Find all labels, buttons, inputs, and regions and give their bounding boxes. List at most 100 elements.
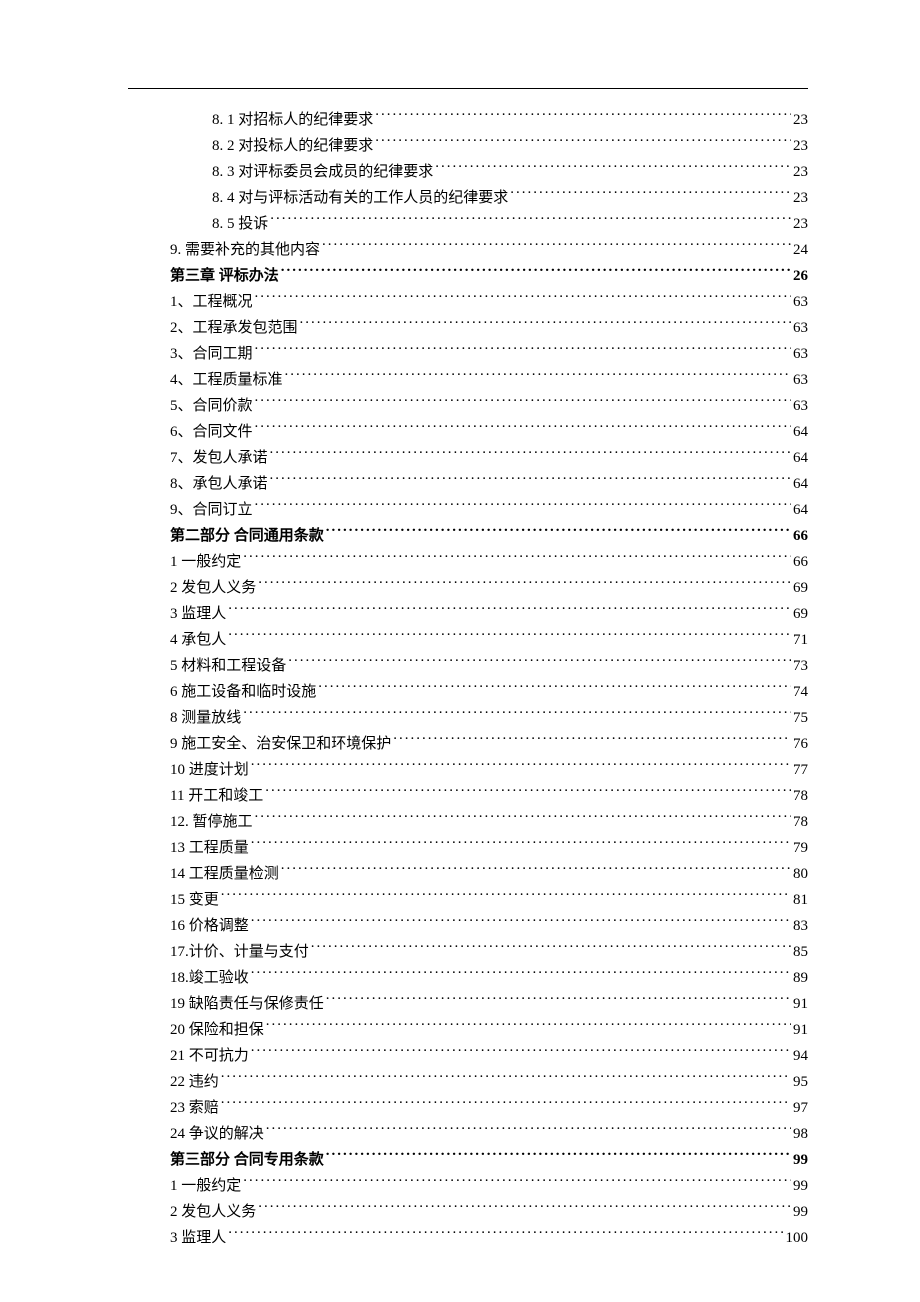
toc-leader-dots [255, 291, 791, 306]
toc-entry-page: 63 [793, 315, 808, 341]
toc-entry-label: 1、工程概况 [170, 289, 253, 315]
toc-leader-dots [251, 759, 791, 774]
toc-entry-page: 89 [793, 965, 808, 991]
toc-entry-label: 1 一般约定 [170, 549, 241, 575]
toc-leader-dots [288, 655, 791, 670]
toc-entry: 8 测量放线75 [128, 705, 808, 731]
toc-entry-page: 63 [793, 289, 808, 315]
toc-entry-page: 76 [793, 731, 808, 757]
toc-entry: 21 不可抗力94 [128, 1043, 808, 1069]
toc-entry-page: 63 [793, 393, 808, 419]
toc-entry-label: 8. 1 对招标人的纪律要求 [212, 107, 373, 133]
toc-entry: 22 违约95 [128, 1069, 808, 1095]
toc-entry-label: 6、合同文件 [170, 419, 253, 445]
toc-leader-dots [251, 915, 791, 930]
toc-page: 8. 1 对招标人的纪律要求238. 2 对投标人的纪律要求238. 3 对评标… [128, 88, 808, 1251]
toc-entry-page: 64 [793, 497, 808, 523]
toc-leader-dots [258, 1201, 791, 1216]
toc-leader-dots [285, 369, 791, 384]
toc-entry-label: 5 材料和工程设备 [170, 653, 286, 679]
toc-leader-dots [228, 1227, 783, 1242]
toc-entry-label: 22 违约 [170, 1069, 219, 1095]
toc-entry: 24 争议的解决98 [128, 1121, 808, 1147]
toc-entry-label: 3 监理人 [170, 1225, 226, 1251]
toc-leader-dots [255, 395, 791, 410]
toc-leader-dots [300, 317, 791, 332]
toc-leader-dots [375, 135, 791, 150]
toc-leader-dots [243, 551, 791, 566]
toc-entry: 2 发包人义务99 [128, 1199, 808, 1225]
toc-entry-label: 18.竣工验收 [170, 965, 249, 991]
toc-entry-page: 99 [793, 1173, 808, 1199]
toc-entry: 4、工程质量标准63 [128, 367, 808, 393]
toc-leader-dots [318, 681, 791, 696]
toc-entry-page: 71 [793, 627, 808, 653]
toc-entry-page: 73 [793, 653, 808, 679]
toc-leader-dots [311, 941, 791, 956]
toc-entry-label: 17.计价、计量与支付 [170, 939, 309, 965]
toc-entry-page: 100 [786, 1225, 809, 1251]
toc-entry: 8、承包人承诺64 [128, 471, 808, 497]
toc-entry-label: 6 施工设备和临时设施 [170, 679, 316, 705]
toc-entry-page: 23 [793, 211, 808, 237]
toc-entry-page: 26 [793, 263, 808, 289]
toc-leader-dots [322, 239, 791, 254]
toc-leader-dots [270, 473, 791, 488]
toc-entry-page: 91 [793, 1017, 808, 1043]
toc-entry: 14 工程质量检测80 [128, 861, 808, 887]
toc-entry: 2 发包人义务69 [128, 575, 808, 601]
toc-entry-label: 19 缺陷责任与保修责任 [170, 991, 324, 1017]
toc-entry: 8. 2 对投标人的纪律要求23 [128, 133, 808, 159]
toc-leader-dots [326, 993, 791, 1008]
toc-entry-label: 9 施工安全、治安保卫和环境保护 [170, 731, 391, 757]
toc-entry: 第三章 评标办法26 [128, 263, 808, 289]
toc-entry-label: 9. 需要补充的其他内容 [170, 237, 320, 263]
toc-leader-dots [255, 421, 791, 436]
toc-leader-dots [221, 1071, 791, 1086]
toc-entry-label: 1 一般约定 [170, 1173, 241, 1199]
toc-entry: 2、工程承发包范围63 [128, 315, 808, 341]
toc-leader-dots [270, 213, 791, 228]
toc-entry-label: 16 价格调整 [170, 913, 249, 939]
toc-entry: 8. 3 对评标委员会成员的纪律要求23 [128, 159, 808, 185]
toc-leader-dots [270, 447, 791, 462]
toc-entry-page: 23 [793, 185, 808, 211]
toc-entry: 3、合同工期 63 [128, 341, 808, 367]
toc-leader-dots [510, 187, 791, 202]
toc-entry: 12. 暂停施工78 [128, 809, 808, 835]
toc-entry-label: 8. 5 投诉 [212, 211, 268, 237]
toc-entry-label: 3、合同工期 [170, 341, 253, 367]
toc-leader-dots [281, 863, 791, 878]
toc-entry-label: 21 不可抗力 [170, 1043, 249, 1069]
toc-entry-label: 24 争议的解决 [170, 1121, 264, 1147]
toc-entry-label: 13 工程质量 [170, 835, 249, 861]
toc-entry: 6、合同文件 64 [128, 419, 808, 445]
toc-entry-page: 80 [793, 861, 808, 887]
toc-entry: 17.计价、计量与支付85 [128, 939, 808, 965]
toc-leader-dots [266, 1019, 791, 1034]
toc-entry: 15 变更81 [128, 887, 808, 913]
toc-entry-label: 20 保险和担保 [170, 1017, 264, 1043]
toc-leader-dots [375, 109, 791, 124]
toc-leader-dots [281, 265, 791, 280]
toc-entry-page: 63 [793, 341, 808, 367]
toc-entry: 3 监理人 69 [128, 601, 808, 627]
toc-entry: 6 施工设备和临时设施74 [128, 679, 808, 705]
toc-leader-dots [221, 1097, 791, 1112]
toc-entry-page: 69 [793, 601, 808, 627]
toc-entry-label: 11 开工和竣工 [170, 783, 263, 809]
toc-entry: 10 进度计划77 [128, 757, 808, 783]
toc-entry: 1 一般约定 99 [128, 1173, 808, 1199]
toc-leader-dots [221, 889, 791, 904]
toc-entry-label: 第三部分 合同专用条款 [170, 1147, 324, 1173]
toc-entry-page: 64 [793, 471, 808, 497]
toc-entry-page: 66 [793, 523, 808, 549]
toc-entry-page: 99 [793, 1199, 808, 1225]
toc-leader-dots [265, 785, 791, 800]
toc-entry-page: 23 [793, 159, 808, 185]
toc-entry: 9. 需要补充的其他内容24 [128, 237, 808, 263]
toc-entry-page: 64 [793, 419, 808, 445]
toc-entry-label: 8. 2 对投标人的纪律要求 [212, 133, 373, 159]
toc-entry: 7、发包人承诺64 [128, 445, 808, 471]
toc-entry-label: 3 监理人 [170, 601, 226, 627]
